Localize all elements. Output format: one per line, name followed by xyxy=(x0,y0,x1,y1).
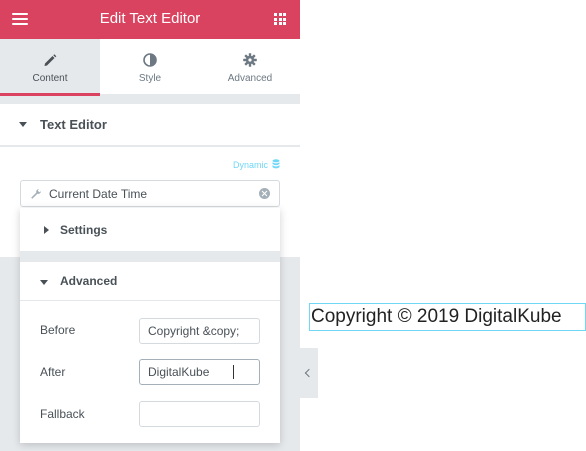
tab-content[interactable]: Content xyxy=(0,39,100,96)
half-circle-icon xyxy=(143,53,157,67)
tab-advanced-label: Advanced xyxy=(227,73,273,84)
settings-section-toggle[interactable]: Settings xyxy=(20,208,280,251)
tab-advanced[interactable]: Advanced xyxy=(200,39,300,95)
section-title: Text Editor xyxy=(40,117,107,132)
preview-text-widget[interactable]: Copyright © 2019 DigitalKube xyxy=(309,303,586,331)
caret-down-icon xyxy=(40,280,48,285)
panel-tabs: Content Style Advanced xyxy=(0,39,300,96)
panel-collapse-toggle[interactable] xyxy=(300,348,318,398)
dynamic-tag-name[interactable]: Current Date Time xyxy=(49,187,147,201)
grid-icon[interactable] xyxy=(274,13,286,25)
chevron-left-icon xyxy=(304,368,314,378)
tab-style-label: Style xyxy=(138,73,162,84)
advanced-label: Advanced xyxy=(60,274,118,288)
text-cursor xyxy=(233,365,234,379)
clear-icon[interactable] xyxy=(259,188,270,199)
before-input[interactable] xyxy=(139,318,260,344)
settings-label: Settings xyxy=(60,223,108,237)
fallback-input[interactable] xyxy=(139,401,260,427)
before-label: Before xyxy=(40,323,76,337)
after-input[interactable] xyxy=(139,359,260,385)
advanced-section-toggle[interactable]: Advanced xyxy=(20,262,280,301)
caret-right-icon xyxy=(44,226,49,234)
panel-title: Edit Text Editor xyxy=(99,10,201,27)
caret-down-icon xyxy=(19,122,27,127)
wrench-icon xyxy=(31,189,41,199)
database-icon[interactable] xyxy=(272,159,280,169)
gear-icon xyxy=(243,53,257,67)
fallback-label: Fallback xyxy=(40,407,85,421)
panel-header: Edit Text Editor xyxy=(0,0,300,39)
after-label: After xyxy=(40,365,66,379)
preview-text: Copyright © 2019 DigitalKube xyxy=(311,306,562,327)
section-toggle-text-editor[interactable]: Text Editor xyxy=(0,104,300,146)
dynamic-tag-popover: Settings Advanced Before After Fallback xyxy=(20,208,280,443)
dynamic-tag-field[interactable]: Current Date Time xyxy=(20,180,280,207)
tab-style[interactable]: Style xyxy=(100,39,200,95)
dynamic-label[interactable]: Dynamic xyxy=(233,160,268,170)
section-divider xyxy=(20,251,280,262)
editor-panel: Edit Text Editor Content Style Advanced … xyxy=(0,0,300,451)
tab-content-label: Content xyxy=(32,73,68,84)
pencil-icon xyxy=(44,54,57,66)
